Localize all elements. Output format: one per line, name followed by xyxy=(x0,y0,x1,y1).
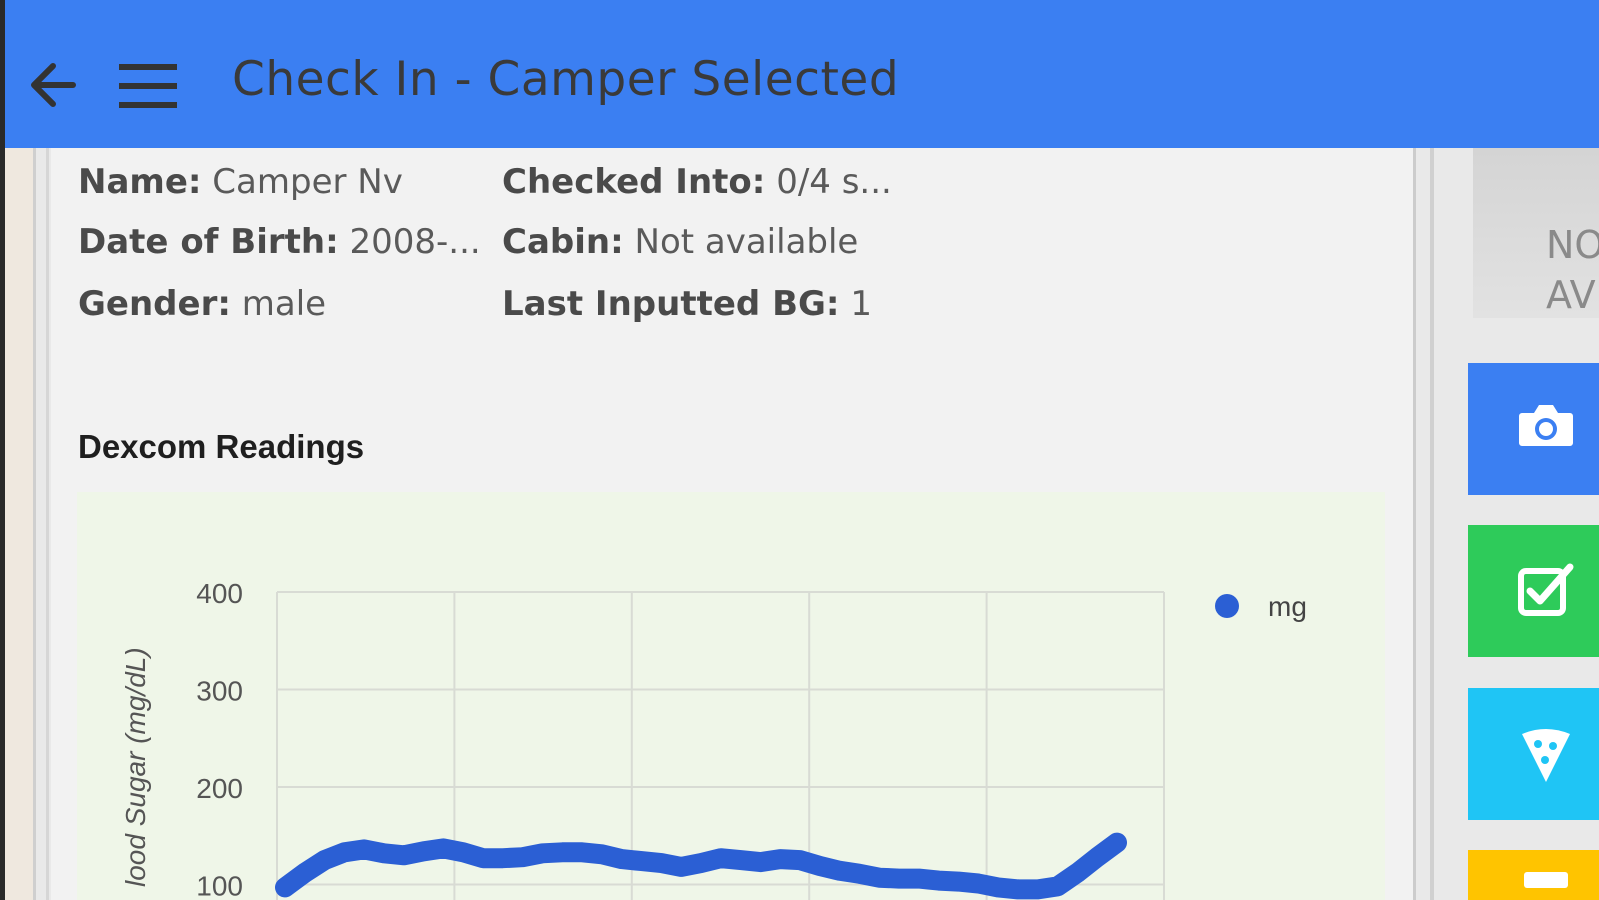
chart-y-axis-label: lood Sugar (mg/dL) xyxy=(120,647,151,887)
chart-y-tick-label: 100 xyxy=(196,871,243,900)
cabin-label: Cabin: xyxy=(502,222,624,262)
dob-label: Date of Birth: xyxy=(78,222,339,262)
date-of-birth: Date of Birth: 2008-... xyxy=(78,222,481,262)
arrow-back-icon[interactable] xyxy=(23,54,85,116)
camper-photo-placeholder: NO AV xyxy=(1473,148,1599,318)
last-bg-label: Last Inputted BG: xyxy=(502,284,840,324)
gender-label: Gender: xyxy=(78,284,231,324)
last-inputted-bg: Last Inputted BG: 1 xyxy=(502,284,872,324)
gender-value: male xyxy=(241,284,327,324)
dexcom-chart: 400 300 200 100 lood Sugar (mg/dL) mg xyxy=(77,492,1385,900)
photo-placeholder-text: NO AV xyxy=(1546,220,1599,318)
unknown-icon xyxy=(1524,872,1568,888)
app-bar: Check In - Camper Selected xyxy=(5,0,1599,148)
panel-divider xyxy=(1430,148,1434,900)
checked-into: Checked Into: 0/4 s... xyxy=(502,162,892,202)
checked-into-label: Checked Into: xyxy=(502,162,766,202)
checkbox-icon xyxy=(1518,563,1574,616)
chart-series-line-mg xyxy=(275,832,1127,900)
cabin-value: Not available xyxy=(634,222,859,262)
photo-text-line1: NO xyxy=(1546,223,1599,267)
camera-icon xyxy=(1519,405,1573,446)
dexcom-chart-svg: 400 300 200 100 lood Sugar (mg/dL) mg xyxy=(120,578,1307,900)
name-value: Camper Nv xyxy=(212,162,403,202)
panel-divider xyxy=(33,148,36,900)
camper-name: Name: Camper Nv xyxy=(78,162,403,202)
yellow-button[interactable] xyxy=(1468,850,1599,900)
left-drawer-strip xyxy=(5,148,33,900)
pizza-icon xyxy=(1522,729,1570,782)
dexcom-section-title: Dexcom Readings xyxy=(78,428,365,465)
page-title: Check In - Camper Selected xyxy=(232,52,900,107)
chart-legend-marker xyxy=(1215,594,1239,618)
photo-text-line2: AV xyxy=(1546,273,1596,317)
food-button[interactable] xyxy=(1468,688,1599,820)
name-label: Name: xyxy=(78,162,202,202)
dob-value: 2008-... xyxy=(349,222,481,262)
chart-y-tick-label: 400 xyxy=(196,578,243,609)
checked-into-value: 0/4 s... xyxy=(776,162,892,202)
cabin: Cabin: Not available xyxy=(502,222,858,262)
gender: Gender: male xyxy=(78,284,326,324)
check-button[interactable] xyxy=(1468,525,1599,657)
camera-button[interactable] xyxy=(1468,363,1599,495)
panel-divider xyxy=(46,148,49,900)
chart-legend-label: mg xyxy=(1268,591,1307,622)
last-bg-value: 1 xyxy=(850,284,872,324)
chart-y-tick-label: 200 xyxy=(196,773,243,804)
chart-y-tick-label: 300 xyxy=(196,676,243,707)
hamburger-menu-icon[interactable] xyxy=(117,58,181,114)
